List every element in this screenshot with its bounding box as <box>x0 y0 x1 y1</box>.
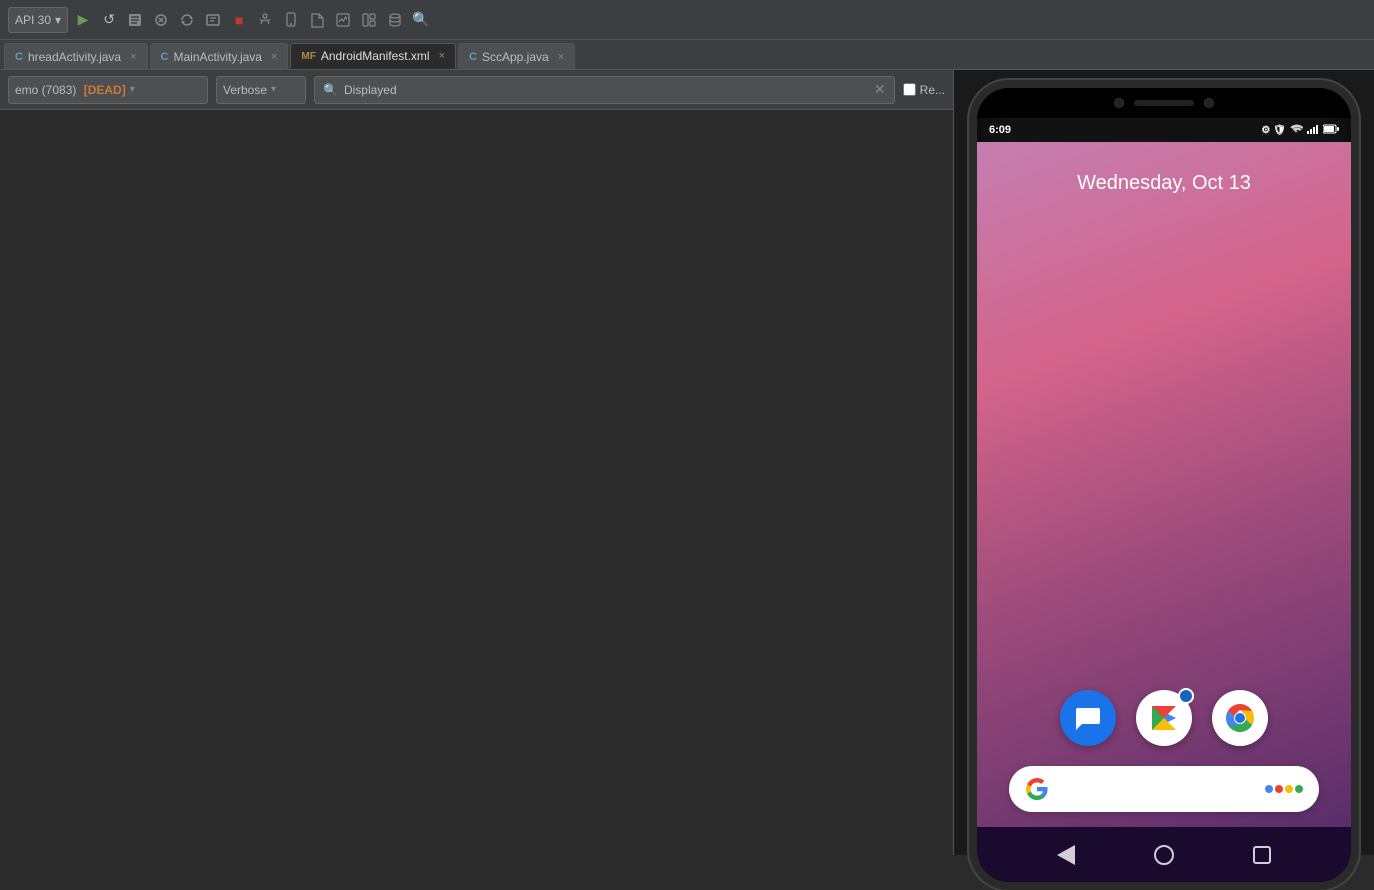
logcat-filter-bar: emo (7083) [DEAD] ▾ Verbose ▾ 🔍 ✕ Re... <box>0 70 953 110</box>
phone-notch <box>977 88 1351 118</box>
tab-icon-thread: C <box>15 51 23 63</box>
play-store-wrapper <box>1136 690 1192 746</box>
tab-thread-activity[interactable]: C hreadActivity.java × <box>4 43 148 69</box>
tab-icon-scc: C <box>469 51 477 63</box>
api-dropdown-arrow: ▾ <box>55 13 61 27</box>
google-assistant-dots <box>1265 785 1303 793</box>
settings-status-icon: ⚙ <box>1261 125 1270 136</box>
tab-close-main[interactable]: × <box>271 51 277 63</box>
app-icons-row <box>1060 690 1268 746</box>
tab-label-scc: SccApp.java <box>482 50 549 64</box>
search-icon: 🔍 <box>323 83 338 97</box>
tab-icon-main: C <box>161 51 169 63</box>
process-dropdown-arrow: ▾ <box>130 84 135 95</box>
phone-camera-2 <box>1204 98 1214 108</box>
tab-close-manifest[interactable]: × <box>439 50 445 62</box>
logcat-search-input[interactable] <box>344 83 868 97</box>
regex-text: Re... <box>920 83 945 97</box>
api-selector[interactable]: API 30 ▾ <box>8 7 68 33</box>
verbose-dropdown-arrow: ▾ <box>271 84 276 95</box>
profiler-button[interactable] <box>332 9 354 31</box>
phone-camera <box>1114 98 1124 108</box>
tab-scc-app[interactable]: C SccApp.java × <box>458 43 575 69</box>
phone-container: 6:09 ⚙ 🛡 <box>954 70 1374 855</box>
stop-button[interactable]: ■ <box>228 9 250 31</box>
chrome-app-icon[interactable] <box>1212 690 1268 746</box>
log-content-area[interactable] <box>0 110 953 855</box>
regex-checkbox-label[interactable]: Re... <box>903 83 945 97</box>
profile-button[interactable] <box>202 9 224 31</box>
tab-icon-manifest: MF <box>301 51 315 62</box>
tab-label-main: MainActivity.java <box>174 50 262 64</box>
tab-label-thread: hreadActivity.java <box>28 50 121 64</box>
database-inspector-button[interactable] <box>384 9 406 31</box>
search-everywhere-button[interactable]: 🔍 <box>410 9 432 31</box>
verbose-selector[interactable]: Verbose ▾ <box>216 76 306 104</box>
editor-tabs-bar: C hreadActivity.java × C MainActivity.ja… <box>0 40 1374 70</box>
api-label: API 30 <box>15 13 51 27</box>
status-bar: 6:09 ⚙ 🛡 <box>977 118 1351 142</box>
process-label: emo (7083) <box>15 83 76 97</box>
phone-screen[interactable]: Wednesday, Oct 13 <box>977 142 1351 827</box>
run-button[interactable]: ▶ <box>72 9 94 31</box>
sync-button[interactable] <box>176 9 198 31</box>
attach-debugger-button[interactable] <box>254 9 276 31</box>
process-selector[interactable]: emo (7083) [DEAD] ▾ <box>8 76 208 104</box>
battery-status-icon <box>1323 124 1339 137</box>
messages-app-icon[interactable] <box>1060 690 1116 746</box>
apk-analyzer-button[interactable] <box>306 9 328 31</box>
phone-speaker <box>1134 100 1194 106</box>
logcat-search-box[interactable]: 🔍 ✕ <box>314 76 895 104</box>
phone-frame: 6:09 ⚙ 🛡 <box>969 80 1359 890</box>
reload-button[interactable]: ↺ <box>98 9 120 31</box>
tab-close-scc[interactable]: × <box>558 51 564 63</box>
wifi-status-icon <box>1289 124 1303 137</box>
stop-build-button[interactable] <box>124 9 146 31</box>
left-panel: emo (7083) [DEAD] ▾ Verbose ▾ 🔍 ✕ Re... <box>0 70 954 855</box>
tab-label-manifest: AndroidManifest.xml <box>321 49 430 63</box>
regex-checkbox[interactable] <box>903 83 916 96</box>
play-store-badge <box>1178 688 1194 704</box>
tab-close-thread[interactable]: × <box>130 51 136 63</box>
device-manager-button[interactable] <box>280 9 302 31</box>
tab-main-activity[interactable]: C MainActivity.java × <box>150 43 289 69</box>
main-toolbar: API 30 ▾ ▶ ↺ ■ 🔍 <box>0 0 1374 40</box>
google-search-bar[interactable] <box>1009 766 1319 812</box>
dead-status: [DEAD] <box>80 83 125 97</box>
signal-status-icon <box>1306 124 1320 137</box>
clear-search-button[interactable]: ✕ <box>874 81 886 98</box>
verbose-label: Verbose <box>223 83 267 97</box>
shield-status-icon: 🛡 <box>1273 125 1286 136</box>
phone-date: Wednesday, Oct 13 <box>1077 172 1251 195</box>
status-time: 6:09 <box>989 124 1011 136</box>
tab-android-manifest[interactable]: MF AndroidManifest.xml × <box>290 43 456 69</box>
main-area: emo (7083) [DEAD] ▾ Verbose ▾ 🔍 ✕ Re... <box>0 70 1374 855</box>
build-button[interactable] <box>150 9 172 31</box>
google-logo <box>1025 777 1049 801</box>
layout-inspector-button[interactable] <box>358 9 380 31</box>
status-icons: ⚙ 🛡 <box>1261 124 1339 137</box>
